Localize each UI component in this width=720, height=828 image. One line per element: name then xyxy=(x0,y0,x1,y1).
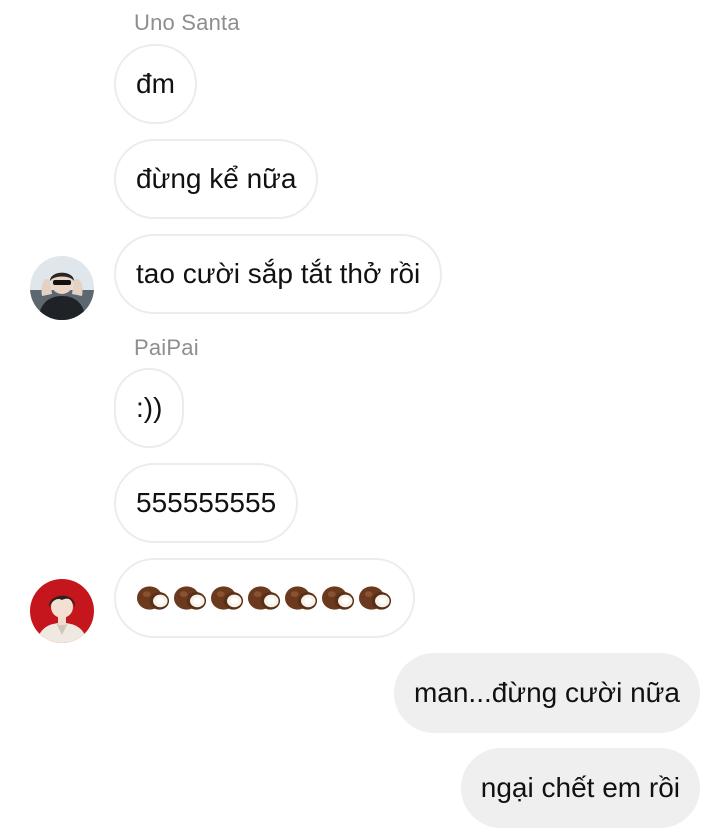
message-text: man...đừng cười nữa xyxy=(413,677,680,708)
message-text: đừng kể nữa xyxy=(136,163,297,194)
outgoing-message[interactable]: ngại chết em rồi xyxy=(460,748,700,828)
sender-name-uno-santa: Uno Santa xyxy=(134,10,240,35)
incoming-message[interactable]: tao cười sắp tắt thở rồi xyxy=(114,234,443,314)
avatar-photo-icon xyxy=(30,256,94,320)
incoming-emoji-message[interactable] xyxy=(114,558,415,638)
sender-name-paipai: PaiPai xyxy=(134,335,199,360)
coconut-icon xyxy=(358,586,392,610)
coconut-emoji-row xyxy=(136,583,393,613)
message-text: :)) xyxy=(136,392,163,423)
incoming-message[interactable]: đm xyxy=(114,44,197,124)
avatar-uno-santa[interactable] xyxy=(30,256,94,320)
incoming-message[interactable]: :)) xyxy=(114,368,185,448)
message-text: ngại chết em rồi xyxy=(480,772,680,803)
message-text: 555555555 xyxy=(136,487,277,518)
avatar-paipai[interactable] xyxy=(30,579,94,643)
coconut-icon xyxy=(247,586,281,610)
coconut-icon xyxy=(210,586,244,610)
message-text: đm xyxy=(136,68,175,99)
outgoing-message[interactable]: man...đừng cười nữa xyxy=(393,653,700,733)
coconut-icon xyxy=(136,586,170,610)
coconut-icon xyxy=(321,586,355,610)
incoming-message[interactable]: đừng kể nữa xyxy=(114,139,319,219)
coconut-icon xyxy=(173,586,207,610)
coconut-icon xyxy=(284,586,318,610)
incoming-message[interactable]: 555555555 xyxy=(114,463,299,543)
avatar-photo-icon xyxy=(30,579,94,643)
message-text: tao cười sắp tắt thở rồi xyxy=(136,258,421,289)
